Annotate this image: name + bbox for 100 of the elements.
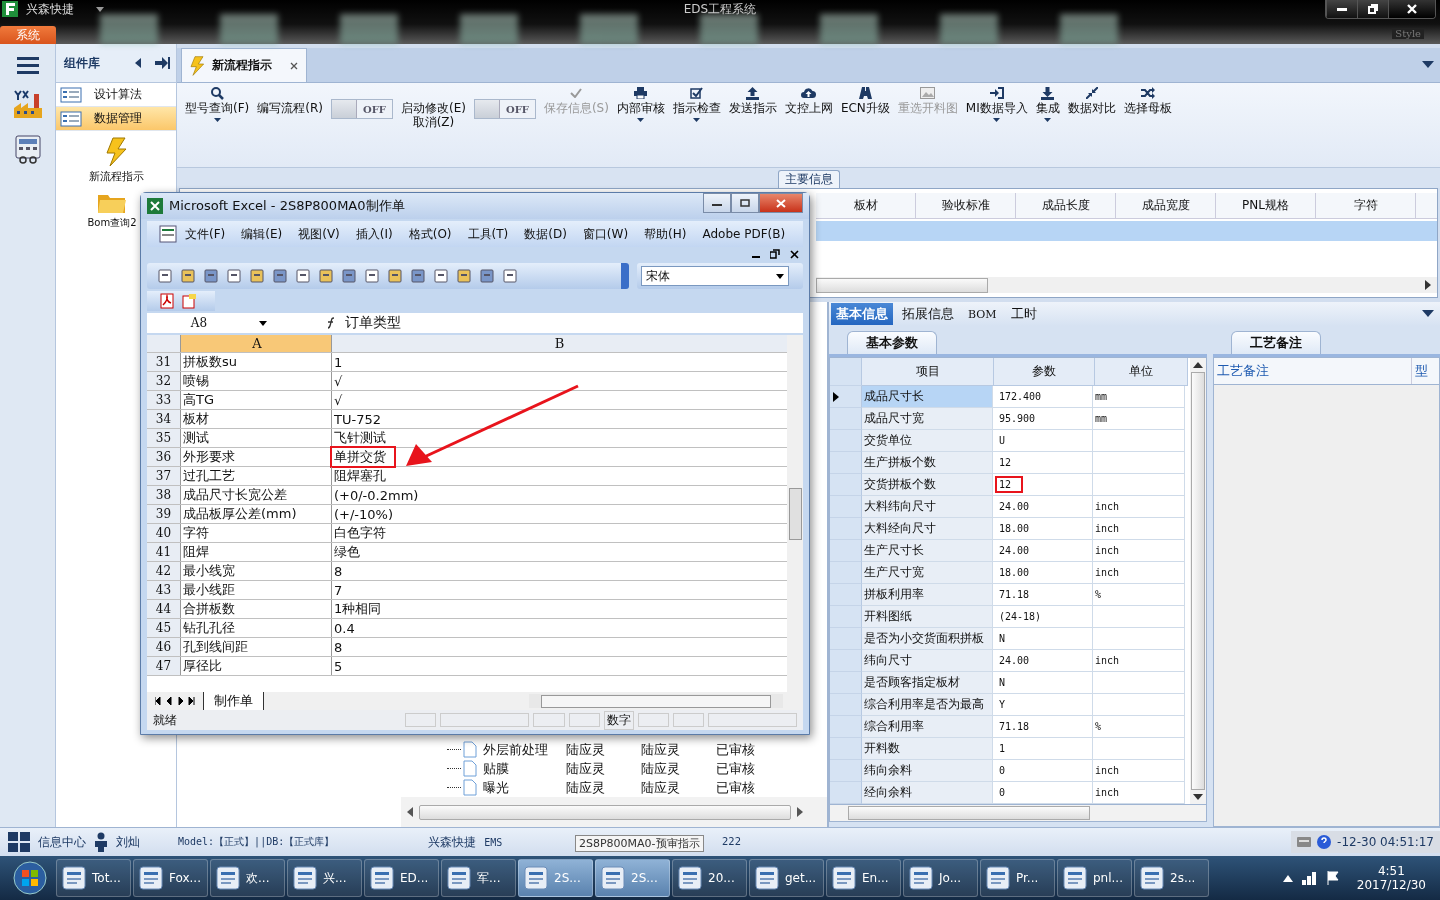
- column-header[interactable]: 项目: [862, 358, 994, 386]
- spreadsheet-cell[interactable]: 外形要求: [181, 448, 332, 466]
- taskbar-button[interactable]: 军...: [441, 859, 516, 897]
- grid-icon[interactable]: [8, 832, 30, 852]
- toolbar-button[interactable]: 型号查询(F): [185, 85, 250, 125]
- caret-icon[interactable]: [96, 6, 104, 12]
- toolbar-button[interactable]: 数据对比: [1067, 85, 1116, 125]
- row-number[interactable]: 46: [147, 638, 181, 656]
- menu-item[interactable]: 数据(D): [516, 225, 575, 243]
- row-number[interactable]: 37: [147, 467, 181, 485]
- spreadsheet-cell[interactable]: 绿色: [332, 543, 787, 561]
- scroll-down-arrow-icon[interactable]: [1193, 794, 1203, 800]
- spreadsheet-cell[interactable]: 字符: [181, 524, 332, 542]
- shortcut-tile[interactable]: Bom查询2: [86, 184, 138, 230]
- column-header[interactable]: 参数: [994, 358, 1095, 386]
- scrollbar-thumb[interactable]: [419, 804, 791, 820]
- row-header[interactable]: [830, 386, 862, 408]
- caret-icon[interactable]: [259, 320, 267, 326]
- spreadsheet-cell[interactable]: 阻焊: [181, 543, 332, 561]
- toolbar-button[interactable]: 发送指示: [728, 85, 777, 125]
- table-cell[interactable]: 0: [993, 782, 1093, 804]
- row-number[interactable]: 44: [147, 600, 181, 618]
- taskbar-button[interactable]: 20...: [672, 859, 747, 897]
- column-header[interactable]: 验收标准: [916, 193, 1016, 219]
- table-cell[interactable]: 18.00: [993, 562, 1093, 584]
- scrollbar[interactable]: [787, 335, 803, 692]
- spreadsheet-cell[interactable]: 7: [332, 581, 787, 599]
- tree-item[interactable]: 曝光: [483, 778, 566, 797]
- spreadsheet-cell[interactable]: 最小线距: [181, 581, 332, 599]
- menu-item[interactable]: 视图(V): [290, 225, 348, 243]
- toolbar-button[interactable]: ECN升级: [840, 85, 890, 125]
- column-header[interactable]: PNL规格: [1216, 193, 1316, 219]
- spreadsheet-cell[interactable]: 喷锡: [181, 372, 332, 390]
- spreadsheet-cell[interactable]: 合拼板数: [181, 600, 332, 618]
- restore-icon[interactable]: [770, 249, 780, 259]
- taskbar-button[interactable]: En...: [826, 859, 901, 897]
- dropdown-arrow-icon[interactable]: [1422, 310, 1434, 318]
- taskbar-button[interactable]: pnl...: [1057, 859, 1132, 897]
- taskbar-button[interactable]: 2s...: [1134, 859, 1209, 897]
- row-number[interactable]: 40: [147, 524, 181, 542]
- network-icon[interactable]: [1300, 870, 1317, 886]
- sheet-navigation-icon[interactable]: [155, 697, 195, 705]
- font-dropdown[interactable]: 宋体: [641, 266, 789, 286]
- minimize-button[interactable]: [703, 193, 731, 213]
- spreadsheet-cell[interactable]: (+/-10%): [332, 505, 787, 523]
- taskbar-button[interactable]: 欢...: [210, 859, 285, 897]
- keyboard-icon[interactable]: [1297, 837, 1312, 847]
- toolbar-button[interactable]: 集成: [1035, 85, 1060, 125]
- scroll-up-arrow-icon[interactable]: [1193, 362, 1203, 368]
- spreadsheet-cell[interactable]: √: [332, 372, 787, 390]
- scrollbar-thumb[interactable]: [848, 806, 1090, 820]
- column-header[interactable]: 单位: [1095, 358, 1188, 386]
- spreadsheet-cell[interactable]: 1: [332, 353, 787, 371]
- scrollbar[interactable]: [401, 797, 827, 827]
- toolbar-button[interactable]: 内部审核: [616, 85, 665, 125]
- scrollbar-thumb[interactable]: [1191, 372, 1205, 790]
- table-cell[interactable]: 24.00: [993, 496, 1093, 518]
- row-number[interactable]: 36: [147, 448, 181, 466]
- scrollbar[interactable]: [1190, 358, 1206, 804]
- toolbar-button[interactable]: 启动修改(E) 取消(Z): [400, 85, 466, 139]
- spreadsheet-cell[interactable]: 最小线宽: [181, 562, 332, 580]
- menu-item[interactable]: 窗口(W): [574, 225, 637, 243]
- menu-item[interactable]: 编辑(E): [233, 225, 291, 243]
- column-header[interactable]: 成品长度: [1016, 193, 1116, 219]
- spreadsheet-cell[interactable]: √: [332, 391, 787, 409]
- taskbar-button[interactable]: ED...: [364, 859, 439, 897]
- spreadsheet-cell[interactable]: TU-752: [332, 410, 787, 428]
- table-cell[interactable]: 1: [993, 738, 1093, 760]
- toolbar-button[interactable]: 编写流程(R): [257, 85, 323, 125]
- collapse-left-icon[interactable]: [134, 57, 142, 69]
- column-header[interactable]: 板材: [816, 193, 916, 219]
- spreadsheet-cell[interactable]: 阻焊塞孔: [332, 467, 787, 485]
- row-number[interactable]: 39: [147, 505, 181, 523]
- tab[interactable]: 工时: [1005, 303, 1042, 325]
- spreadsheet-cell[interactable]: 高TG: [181, 391, 332, 409]
- row-number[interactable]: 34: [147, 410, 181, 428]
- row-number[interactable]: 38: [147, 486, 181, 504]
- table-cell[interactable]: 24.00: [993, 540, 1093, 562]
- scroll-left-arrow-icon[interactable]: [407, 807, 413, 817]
- spreadsheet-cell[interactable]: 白色字符: [332, 524, 787, 542]
- calculator-icon[interactable]: [12, 134, 43, 164]
- table-cell[interactable]: 172.400: [993, 386, 1093, 408]
- spreadsheet-cell[interactable]: 板材: [181, 410, 332, 428]
- spreadsheet-cell[interactable]: 8: [332, 562, 787, 580]
- menu-item[interactable]: 帮助(H): [636, 225, 695, 243]
- table-cell[interactable]: 71.18: [993, 584, 1093, 606]
- menu-item[interactable]: Adobe PDF(B): [694, 227, 794, 241]
- menu-icon[interactable]: [16, 56, 39, 74]
- table-cell[interactable]: 12: [993, 474, 1093, 496]
- table-cell[interactable]: Y: [993, 694, 1093, 716]
- tab[interactable]: 工艺备注: [1231, 331, 1321, 354]
- row-number[interactable]: 45: [147, 619, 181, 637]
- nav-item[interactable]: 数据管理: [56, 107, 176, 131]
- scrollbar-thumb[interactable]: [816, 277, 988, 293]
- function-icon[interactable]: [325, 317, 337, 329]
- taskbar-button[interactable]: Pr...: [980, 859, 1055, 897]
- close-button[interactable]: [1388, 0, 1435, 18]
- scrollbar[interactable]: [816, 277, 1437, 293]
- spreadsheet-cell[interactable]: 5: [332, 657, 787, 675]
- spreadsheet-cell[interactable]: 厚径比: [181, 657, 332, 675]
